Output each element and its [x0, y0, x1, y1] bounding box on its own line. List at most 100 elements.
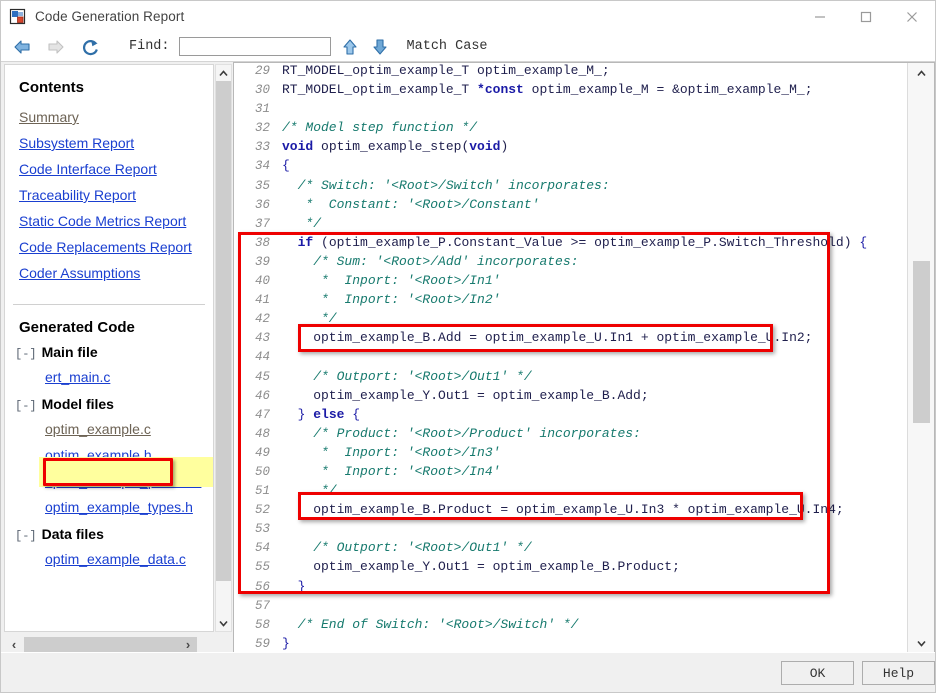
line-number: 49	[254, 445, 270, 460]
code-line: 47 } else {	[234, 405, 867, 424]
sidebar-item-code-replacements-report[interactable]: Code Replacements Report	[5, 234, 213, 260]
line-number: 52	[254, 503, 270, 518]
collapse-toggle-icon[interactable]: [-]	[15, 529, 37, 543]
code-token: * Inport: '<Root>/In3'	[282, 444, 501, 460]
sidebar-horizontal-scrollbar[interactable]: ‹ ›	[4, 636, 232, 653]
maximize-icon[interactable]	[843, 1, 889, 32]
scrollbar-thumb[interactable]	[216, 81, 231, 581]
close-icon[interactable]	[889, 1, 935, 32]
search-input[interactable]	[178, 37, 331, 56]
code-line: 40 * Inport: '<Root>/In1'	[234, 271, 867, 290]
report-icon	[9, 8, 27, 26]
file-link-optim-example-types-h[interactable]: optim_example_types.h	[5, 494, 213, 520]
code-token: if	[282, 234, 314, 250]
group-label: Data files	[41, 526, 104, 542]
code-token: RT_MODEL_optim_example_T optim_example_M…	[282, 63, 610, 78]
code-line: 35 /* Switch: '<Root>/Switch' incorporat…	[234, 176, 867, 195]
code-token: optim_example_M = &optim_example_M_;	[523, 82, 813, 98]
scrollbar-thumb[interactable]	[913, 261, 930, 423]
find-next-icon[interactable]	[369, 35, 391, 59]
collapse-toggle-icon[interactable]: [-]	[15, 399, 37, 413]
code-token: * Inport: '<Root>/In1'	[282, 273, 501, 289]
code-line: 57	[234, 596, 867, 615]
sidebar-item-traceability-report[interactable]: Traceability Report	[5, 182, 213, 208]
code-listing: 29 RT_MODEL_optim_example_T optim_example…	[234, 63, 867, 653]
line-number: 31	[254, 102, 270, 117]
code-line: 39 /* Sum: '<Root>/Add' incorporates:	[234, 252, 867, 271]
group-main-file[interactable]: [-] Main file	[5, 338, 213, 364]
sidebar-item-coder-assumptions[interactable]: Coder Assumptions	[5, 260, 213, 286]
toolbar: Find: Match Case	[1, 32, 935, 62]
scroll-down-icon[interactable]	[216, 615, 231, 631]
title-bar: Code Generation Report	[1, 1, 935, 32]
line-number: 33	[254, 140, 270, 155]
code-line: 34 {	[234, 156, 867, 175]
sidebar-vertical-scrollbar[interactable]	[215, 64, 232, 632]
scrollbar-thumb[interactable]	[24, 637, 197, 652]
line-number: 43	[254, 331, 270, 346]
code-token: optim_example_Y.Out1 = optim_example_B.A…	[282, 387, 649, 403]
match-case-label[interactable]: Match Case	[407, 39, 488, 54]
code-line: 29 RT_MODEL_optim_example_T optim_example…	[234, 63, 867, 80]
line-number: 37	[254, 216, 270, 231]
sidebar-item-summary[interactable]: Summary	[5, 104, 213, 130]
line-number: 55	[254, 560, 270, 575]
line-number: 51	[254, 484, 270, 499]
line-number: 44	[254, 350, 270, 365]
line-number: 35	[254, 178, 270, 193]
code-line: 44	[234, 347, 867, 366]
code-line: 41 * Inport: '<Root>/In2'	[234, 290, 867, 309]
code-vertical-scrollbar[interactable]	[907, 63, 934, 653]
code-token: /* Sum: '<Root>/Add' incorporates:	[282, 253, 579, 269]
generated-code-title: Generated Code	[19, 319, 135, 336]
code-token: */	[282, 311, 337, 327]
refresh-icon[interactable]	[77, 35, 103, 59]
scroll-right-icon[interactable]: ›	[178, 636, 198, 653]
scroll-left-icon[interactable]: ‹	[4, 636, 24, 653]
line-number: 39	[254, 254, 270, 269]
code-token: {	[344, 406, 361, 422]
help-button[interactable]: Help	[862, 661, 935, 685]
scroll-up-icon[interactable]	[216, 65, 231, 81]
code-token: void	[282, 139, 314, 155]
group-model-files[interactable]: [-] Model files	[5, 390, 213, 416]
line-number: 36	[254, 197, 270, 212]
scroll-down-icon[interactable]	[913, 635, 930, 651]
code-scroll-region[interactable]: 29 RT_MODEL_optim_example_T optim_example…	[234, 63, 907, 653]
code-token: )	[500, 139, 509, 155]
collapse-toggle-icon[interactable]: [-]	[15, 347, 37, 361]
code-token: /* Outport: '<Root>/Out1' */	[282, 368, 532, 384]
code-line: 50 * Inport: '<Root>/In4'	[234, 462, 867, 481]
minimize-icon[interactable]	[797, 1, 843, 32]
file-link-optim-example-data-c[interactable]: optim_example_data.c	[5, 546, 213, 572]
ok-button[interactable]: OK	[781, 661, 854, 685]
code-line: 32 /* Model step function */	[234, 118, 867, 137]
line-number: 45	[254, 369, 270, 384]
code-token: /* Outport: '<Root>/Out1' */	[282, 540, 532, 556]
file-link-optim-example-c[interactable]: optim_example.c	[5, 416, 213, 442]
line-number: 30	[254, 83, 270, 98]
code-token: {	[859, 234, 868, 250]
forward-arrow-icon	[43, 35, 69, 59]
code-line: 33 void optim_example_step(void)	[234, 137, 867, 156]
find-previous-icon[interactable]	[339, 35, 361, 59]
sidebar-scroll-region: Contents Summary Subsystem Report Code I…	[4, 64, 214, 632]
find-label: Find:	[129, 39, 170, 54]
code-line: 31	[234, 99, 867, 118]
group-data-files[interactable]: [-] Data files	[5, 520, 213, 546]
scroll-up-icon[interactable]	[913, 65, 930, 81]
code-token: }	[282, 578, 306, 594]
sidebar-item-code-interface-report[interactable]: Code Interface Report	[5, 156, 213, 182]
file-link-ert-main-c[interactable]: ert_main.c	[5, 364, 213, 390]
code-line: 37 */	[234, 214, 867, 233]
code-token: */	[282, 215, 322, 231]
sidebar-item-static-code-metrics-report[interactable]: Static Code Metrics Report	[5, 208, 213, 234]
code-line: 56 }	[234, 577, 867, 596]
code-token: * Inport: '<Root>/In2'	[282, 292, 501, 308]
line-number: 41	[254, 293, 270, 308]
line-number: 57	[254, 598, 270, 613]
sidebar-item-subsystem-report[interactable]: Subsystem Report	[5, 130, 213, 156]
back-arrow-icon[interactable]	[9, 35, 35, 59]
code-token: optim_example_B.Add = optim_example_U.In…	[282, 330, 813, 346]
code-line: 48 /* Product: '<Root>/Product' incorpor…	[234, 424, 867, 443]
